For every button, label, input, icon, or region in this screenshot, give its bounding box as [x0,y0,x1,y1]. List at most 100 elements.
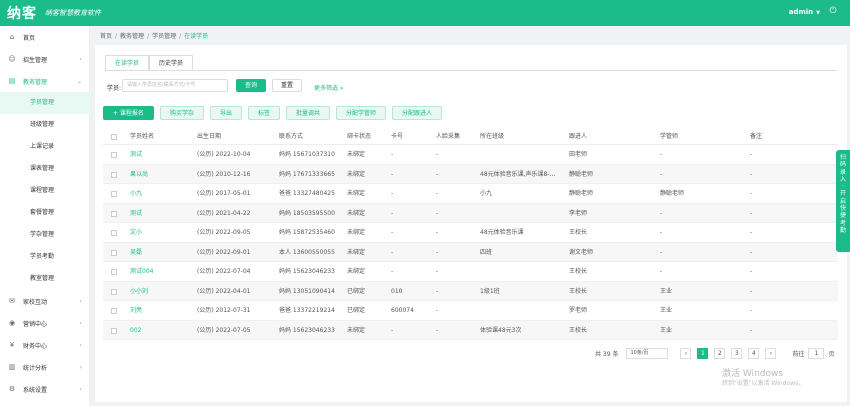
power-icon[interactable]: ⏻ [828,6,838,16]
more-filters-link[interactable]: 更多筛选 » [314,83,344,92]
row-checkbox[interactable] [111,230,117,236]
assign-manager-button[interactable]: 分配学管师 [336,106,387,120]
table-cell: - [436,229,439,236]
sidebar-item-marketing[interactable]: ◉ 营销中心 › [0,312,90,334]
sidebar-subitem-attendance[interactable]: 学员考勤 [0,246,90,268]
breadcrumb-students[interactable]: 学员管理 [152,33,176,40]
search-input[interactable]: 请输入学员姓名/联系方式/卡号 [122,79,228,92]
table-cell: - [436,209,439,217]
student-name-link[interactable]: 测试 [130,145,142,165]
table-cell: - [391,151,394,158]
table-cell: 静聪老师 [569,190,594,197]
chat-icon: ✉ [9,297,15,305]
student-name-link[interactable]: 测试004 [130,262,153,282]
table-cell: (公历) 2022-10-04 [197,151,251,158]
table-row: 002 (公历) 2022-07-05 妈妈 15623046233 未绑定 - - 体验课… [103,320,838,341]
table-cell: 爸爸 13372219214 [279,307,335,314]
sidebar-item-label: 首页 [23,34,36,42]
action-bar: + 课程报名 购买学杂 导出 标签 批量调共 分配学管师 分配跟进人 [103,106,448,120]
table-row: 果以尚 (公历) 2010-12-16 妈妈 17671333665 未绑定 - - 48元… [103,164,838,185]
table-row: 小小刘 (公历) 2022-04-01 妈妈 13051090414 已绑定 010 - 1… [103,281,838,302]
select-all-checkbox[interactable] [111,134,117,140]
goto-page-input[interactable]: 1 [808,348,825,359]
row-checkbox[interactable] [111,308,117,314]
page-button-3[interactable]: 3 [731,348,743,359]
batch-adjust-button[interactable]: 批量调共 [285,106,330,120]
sidebar-item-home[interactable]: ⌂ 首页 [0,26,90,48]
table-cell: 爸爸 13327480425 [279,190,335,197]
table-cell: 未绑定 [347,248,366,256]
table-cell: - [391,268,394,275]
sidebar-subitem-courses[interactable]: 课程管理 [0,180,90,202]
export-button[interactable]: 导出 [209,106,242,120]
next-page-button[interactable]: › [765,348,777,359]
tab-history-students[interactable]: 历史学员 [149,55,194,71]
sidebar-item-academic[interactable]: ▤ 教务管理 ⌄ [0,70,90,92]
row-checkbox[interactable] [111,152,117,158]
student-name-link[interactable]: 吴磊 [130,243,142,263]
row-checkbox[interactable] [111,269,117,275]
student-name-link[interactable]: 测试 [130,204,142,224]
sidebar-subitem-packages[interactable]: 套餐管理 [0,202,90,224]
row-checkbox[interactable] [111,210,117,217]
table-cell: - [436,326,439,334]
page-size-select[interactable]: 10条/页 [626,348,669,359]
tab-current-students[interactable]: 在读学员 [105,55,150,71]
chevron-right-icon: › [79,385,82,393]
row-checkbox[interactable] [111,327,117,334]
table-cell: 本人 13600550055 [279,248,335,256]
student-name-link[interactable]: 刘亮 [130,301,142,321]
row-checkbox[interactable] [111,171,117,178]
wallet-icon: ¥ [9,341,15,349]
page-button-2[interactable]: 2 [714,348,726,359]
student-name-link[interactable]: 果以尚 [130,165,148,185]
table-cell: 1级1班 [480,287,500,295]
student-name-link[interactable]: 002 [130,321,141,341]
sidebar-item-finance[interactable]: ¥ 财务中心 › [0,334,90,356]
sidebar-subitem-classrooms[interactable]: 教室管理 [0,268,90,290]
row-checkbox[interactable] [111,288,117,295]
page-button-4[interactable]: 4 [748,348,760,359]
table-cell: 妈妈 15623046233 [279,326,335,334]
buy-misc-button[interactable]: 购买学杂 [159,106,204,120]
column-header: 学管师 [660,133,679,140]
table-cell: 未绑定 [347,268,366,275]
table-row: 小九 (公历) 2017-05-01 爸爸 13327480425 未绑定 - - 小九 静聪… [103,184,838,204]
sidebar-subitem-misc[interactable]: 学杂管理 [0,224,90,246]
assign-follower-button[interactable]: 分配跟进人 [392,106,443,120]
sidebar-item-settings[interactable]: ⚙ 系统设置 › [0,378,90,400]
sidebar-subitem-schedule[interactable]: 课表管理 [0,158,90,180]
student-name-link[interactable]: 小小刘 [130,282,148,302]
student-name-link[interactable]: 小九 [130,184,142,204]
prev-page-button[interactable]: ‹ [680,348,692,359]
quick-attendance-button[interactable]: 扫码录入·开启快捷考勤 [836,150,850,252]
row-checkbox[interactable] [111,249,117,256]
user-menu[interactable]: admin ▼ [789,8,820,16]
tag-button[interactable]: 标签 [247,106,280,120]
breadcrumb-home[interactable]: 首页 [100,33,112,40]
quick-attendance-label: 扫码录入·开启快捷考勤 [839,154,846,234]
page-button-1[interactable]: 1 [697,348,709,359]
sidebar-item-enrollment[interactable]: ☺ 招生管理 › [0,48,90,70]
sidebar-item-statistics[interactable]: ▥ 统计分析 › [0,356,90,378]
breadcrumb-academic[interactable]: 教务管理 [120,33,144,40]
sidebar-subitem-classes[interactable]: 班级管理 [0,114,90,136]
sidebar-subitem-students[interactable]: 学员管理 [0,92,90,114]
course-enroll-button[interactable]: + 课程报名 [103,106,154,120]
column-header: 人脸采集 [436,133,461,140]
column-header: 所在班级 [480,133,505,140]
student-name-link[interactable]: 文小 [130,223,142,243]
table-cell: - [436,151,439,158]
table-cell: - [436,307,439,314]
table-cell: - [436,287,439,295]
table-cell: 田老师 [569,151,588,158]
table-cell: - [436,268,439,275]
book-icon: ▤ [8,77,16,85]
table-cell: 李老师 [569,209,588,217]
reset-button[interactable]: 重置 [272,79,302,92]
search-button[interactable]: 查询 [236,79,266,92]
table-cell: - [750,248,753,256]
row-checkbox[interactable] [111,191,117,197]
sidebar-subitem-records[interactable]: 上课记录 [0,136,90,158]
sidebar-item-home-school[interactable]: ✉ 家校互动 › [0,290,90,312]
